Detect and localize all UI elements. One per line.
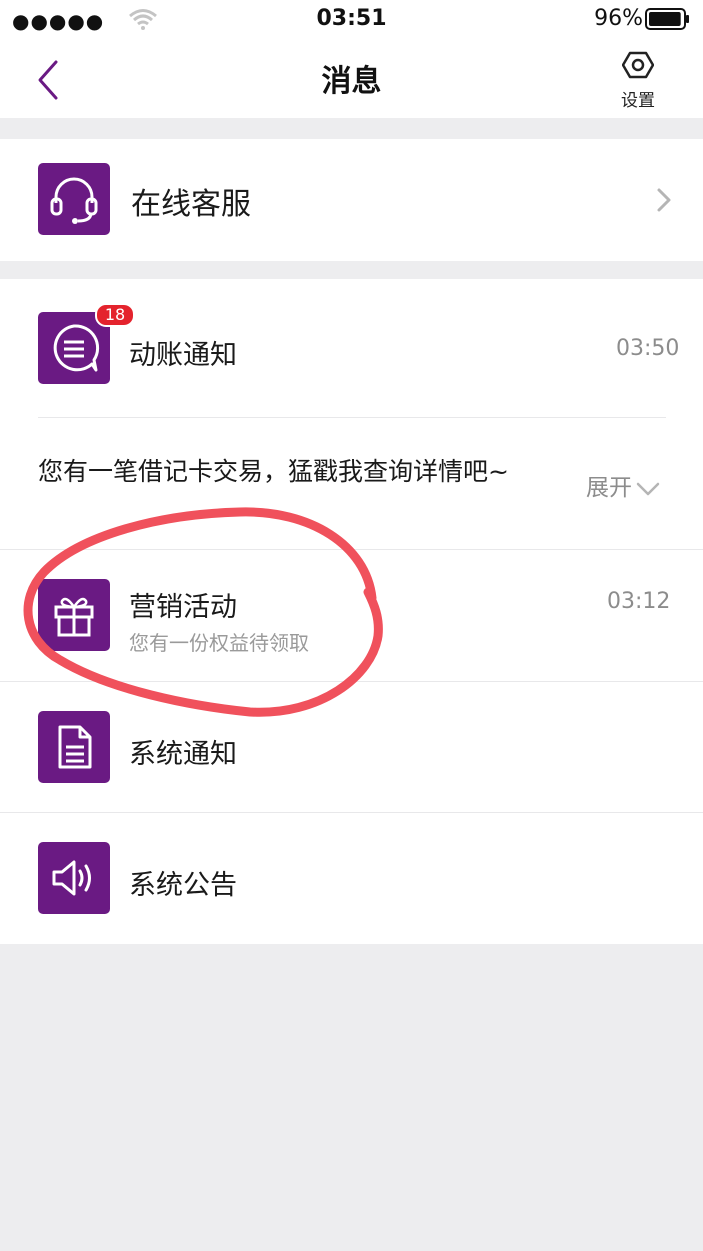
nav-bar: 消息 设置: [0, 40, 703, 118]
account-notice-preview: 您有一笔借记卡交易，猛戳我查询详情吧~: [38, 457, 509, 486]
document-icon: [38, 711, 110, 783]
expand-label: 展开: [586, 475, 632, 501]
divider: [38, 417, 666, 418]
marketing-time: 03:12: [607, 589, 671, 614]
chevron-down-icon: [636, 482, 660, 495]
settings-button[interactable]: 设置: [606, 50, 670, 114]
status-bar: ●●●●● 03:51 96%: [0, 0, 703, 40]
unread-badge: 18: [95, 303, 135, 327]
system-notice-title: 系统通知: [129, 739, 237, 770]
online-service-row[interactable]: 在线客服: [0, 139, 703, 261]
battery-icon: [645, 8, 691, 34]
expand-button[interactable]: 展开: [586, 468, 660, 502]
speaker-icon: [38, 842, 110, 914]
account-notice-title: 动账通知: [129, 340, 237, 371]
marketing-title: 营销活动: [129, 592, 237, 623]
hexagon-gear-icon: [621, 51, 655, 79]
headset-icon: [38, 163, 110, 235]
battery-percent: 96%: [594, 6, 643, 31]
online-service-title: 在线客服: [131, 187, 251, 222]
gift-icon: [38, 579, 110, 651]
page-title: 消息: [321, 64, 382, 99]
system-announcement-title: 系统公告: [129, 870, 237, 901]
account-notice-time: 03:50: [616, 336, 680, 361]
marketing-subtitle: 您有一份权益待领取: [129, 631, 309, 655]
settings-label: 设置: [621, 91, 655, 111]
chevron-right-icon: [657, 188, 671, 212]
